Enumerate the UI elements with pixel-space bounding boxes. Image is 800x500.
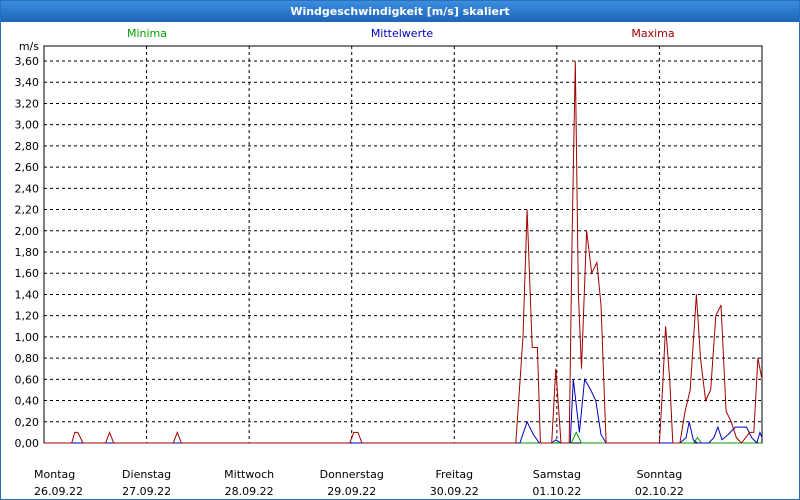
plot-border xyxy=(43,45,763,444)
y-tick-label: 3,60 xyxy=(15,55,40,68)
x-tick-weekday: Sonntag xyxy=(637,468,683,481)
y-tick-label: 2,00 xyxy=(15,225,40,238)
y-tick-label: 1,20 xyxy=(15,310,40,323)
y-tick-label: 2,80 xyxy=(15,140,40,153)
x-tick-date: 30.09.22 xyxy=(430,485,479,498)
y-tick-label: 1,40 xyxy=(15,288,40,301)
y-tick-label: 1,00 xyxy=(15,331,40,344)
x-tick-weekday: Dienstag xyxy=(122,468,171,481)
x-tick-weekday: Montag xyxy=(34,468,75,481)
y-tick-label: 2,40 xyxy=(15,182,40,195)
y-axis-label: m/s xyxy=(19,40,39,53)
series-line-maxima xyxy=(44,60,763,444)
x-tick-date: 02.10.22 xyxy=(635,485,684,498)
legend-entry: Maxima xyxy=(631,27,674,40)
chart-title: Windgeschwindigkeit [m/s] skaliert xyxy=(1,1,799,22)
y-tick-label: 0,40 xyxy=(15,395,40,408)
axis-layer: 0,00 0,20 0,40 0,60 0,80 1,00 1,20 1,40 1,60 1,80… xyxy=(15,40,684,498)
x-tick-date: 28.09.22 xyxy=(225,485,274,498)
x-tick-date: 27.09.22 xyxy=(122,485,171,498)
x-tick-weekday: Donnerstag xyxy=(320,468,384,481)
y-tick-label: 0,80 xyxy=(15,352,40,365)
x-tick-date: 26.09.22 xyxy=(34,485,83,498)
y-tick-label: 2,60 xyxy=(15,161,40,174)
series-line-mittelwerte xyxy=(44,377,763,444)
grid-layer xyxy=(43,45,763,444)
y-tick-label: 2,20 xyxy=(15,204,40,217)
series-layer xyxy=(44,60,763,444)
series-line-minima xyxy=(44,431,762,444)
x-tick-date: 29.09.22 xyxy=(327,485,376,498)
y-tick-label: 1,80 xyxy=(15,246,40,259)
x-tick-date: 01.10.22 xyxy=(532,485,581,498)
legend-entry: Minima xyxy=(127,27,167,40)
y-tick-label: 0,60 xyxy=(15,373,40,386)
chart-window: Windgeschwindigkeit [m/s] skaliert 0,00 0… xyxy=(0,0,800,500)
legend-entry: Mittelwerte xyxy=(371,27,434,40)
chart-area: 0,00 0,20 0,40 0,60 0,80 1,00 1,20 1,40 1,60 1,80… xyxy=(15,27,763,498)
y-tick-label: 0,00 xyxy=(15,437,40,450)
y-tick-label: 0,20 xyxy=(15,416,40,429)
y-tick-label: 3,00 xyxy=(15,119,40,132)
y-tick-label: 1,60 xyxy=(15,267,40,280)
x-tick-weekday: Mittwoch xyxy=(224,468,274,481)
y-tick-label: 3,20 xyxy=(15,97,40,110)
y-tick-label: 3,40 xyxy=(15,76,40,89)
x-tick-weekday: Freitag xyxy=(435,468,473,481)
legend-layer: Minima Mittelwerte Maxima xyxy=(127,27,675,40)
x-tick-weekday: Samstag xyxy=(533,468,581,481)
